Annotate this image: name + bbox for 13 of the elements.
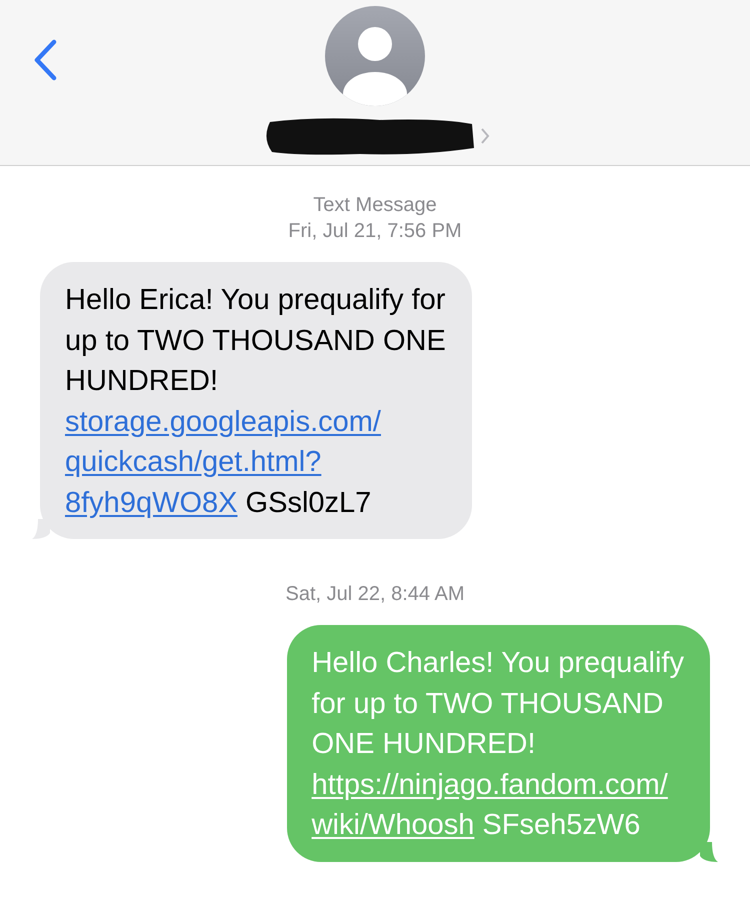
message-timestamp: Sat, Jul 22, 8:44 AM — [286, 582, 464, 607]
message-text: Hello Erica! You prequalify for up to TWO THOUSAND ONE HUNDRED! storage.googleapis.com/ quickcash/get.html? 8fyh9qWO8X GSsl0zL7 — [65, 283, 446, 520]
message-link[interactable]: https://ninjago.fandom.com/ — [312, 768, 668, 800]
contact-avatar-icon[interactable] — [325, 6, 425, 106]
message-text: Hello Charles! You prequalify for up to TWO THOUSAND ONE HUNDRED! https://ninjago.fandom.com/ wiki/Whoosh SFseh5zW6 — [312, 646, 684, 843]
message-link[interactable]: wiki/Whoosh — [312, 809, 474, 841]
back-chevron-icon — [32, 38, 58, 82]
thread-label: Text Message — [313, 193, 437, 218]
message-link[interactable]: 8fyh9qWO8X — [65, 486, 238, 518]
message-link[interactable]: quickcash/get.html? — [65, 446, 322, 478]
chevron-right-icon[interactable] — [480, 127, 490, 145]
message-timestamp: Fri, Jul 21, 7:56 PM — [288, 219, 462, 244]
message-link[interactable]: storage.googleapis.com/ — [65, 406, 381, 438]
